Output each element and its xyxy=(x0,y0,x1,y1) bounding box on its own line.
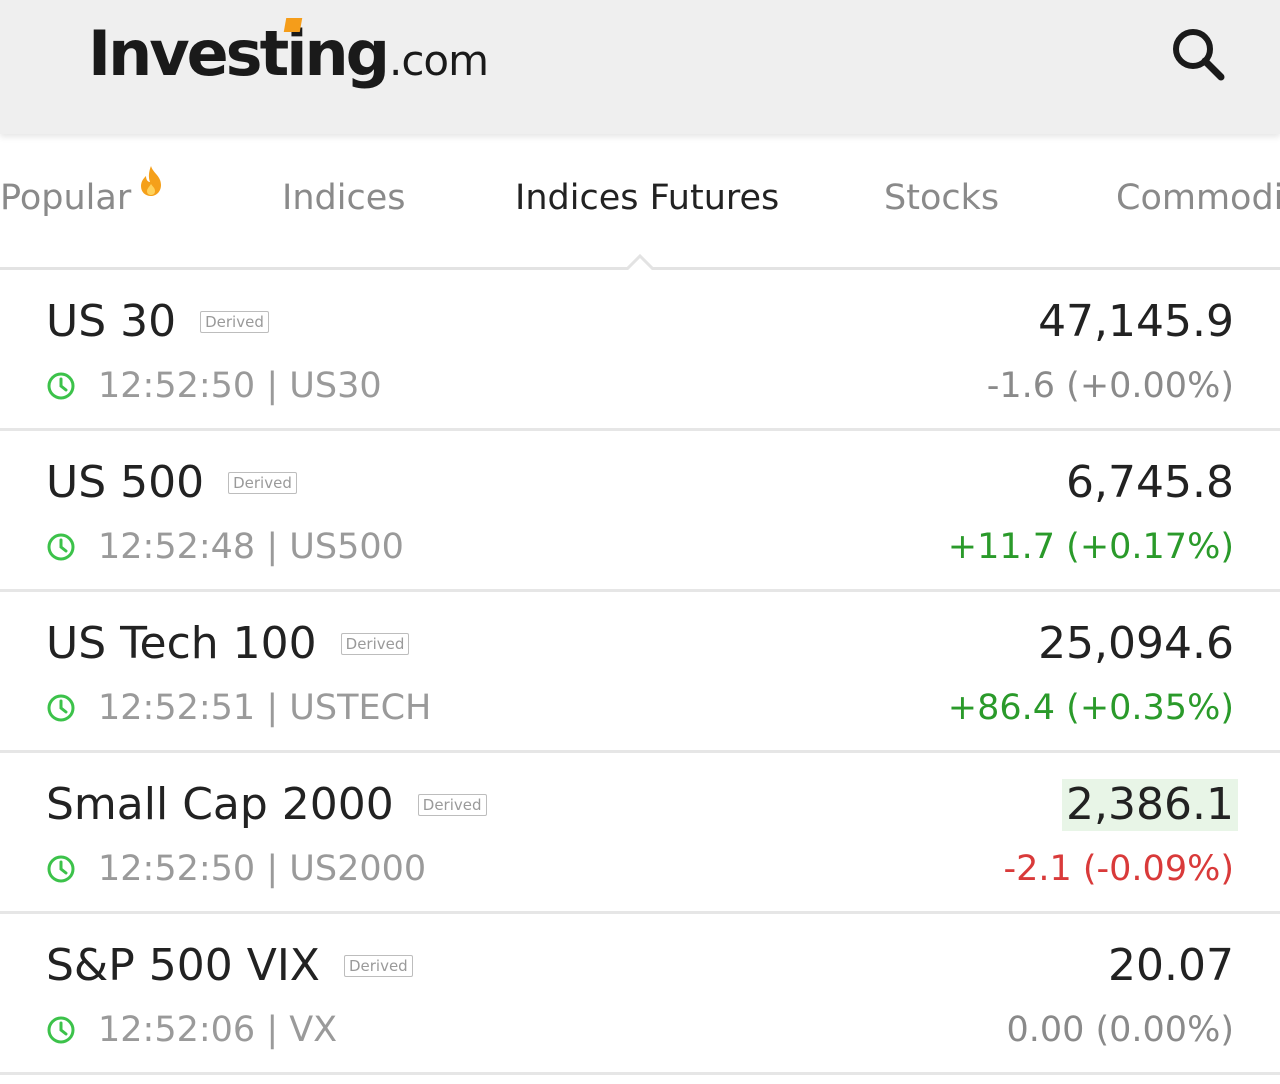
instrument-row[interactable]: US Tech 100 Derived 12:52:51 | USTECH 25… xyxy=(0,592,1280,753)
tab-label: Indices xyxy=(282,178,406,218)
investing-logo[interactable]: Investing .com xyxy=(88,14,489,94)
instrument-meta: 12:52:50 | US2000 xyxy=(46,849,426,889)
instrument-row[interactable]: US 30 Derived 12:52:50 | US30 47,145.9 -… xyxy=(0,270,1280,431)
instrument-name: US 500 xyxy=(46,457,205,508)
instrument-meta: 12:52:51 | USTECH xyxy=(46,688,431,728)
derived-badge: Derived xyxy=(200,311,269,333)
last-price: 2,386.1 xyxy=(1062,779,1238,831)
tab-indices[interactable]: Indices xyxy=(282,178,405,218)
logo-suffix: .com xyxy=(388,36,489,85)
derived-badge: Derived xyxy=(343,955,413,977)
instrument-name: S&P 500 VIX xyxy=(46,940,320,991)
timestamp-symbol: 12:52:06 | VX xyxy=(98,1010,338,1050)
instrument-name-group: US 500 Derived xyxy=(46,457,297,509)
last-price: 25,094.6 xyxy=(1038,618,1234,669)
tab-label: Stocks xyxy=(884,178,1000,218)
search-button[interactable] xyxy=(1166,22,1230,86)
logo-accent-mark xyxy=(283,18,303,32)
price-change: 0.00 (0.00%) xyxy=(1006,1010,1234,1050)
instrument-list: US 30 Derived 12:52:50 | US30 47,145.9 -… xyxy=(0,270,1280,1075)
instrument-name: US 30 xyxy=(46,296,177,347)
instrument-name: Small Cap 2000 xyxy=(46,779,394,830)
clock-icon xyxy=(47,1016,75,1044)
price-change: -2.1 (-0.09%) xyxy=(1003,849,1234,889)
clock-icon xyxy=(47,372,75,400)
active-tab-caret xyxy=(626,254,654,270)
timestamp-symbol: 12:52:50 | US2000 xyxy=(98,849,427,889)
clock-icon xyxy=(47,694,75,722)
instrument-name-group: S&P 500 VIX Derived xyxy=(46,940,413,992)
instrument-name-group: US Tech 100 Derived xyxy=(46,618,410,670)
fire-icon xyxy=(141,166,161,196)
last-price: 47,145.9 xyxy=(1038,296,1234,347)
instrument-row[interactable]: US 500 Derived 12:52:48 | US500 6,745.8 … xyxy=(0,431,1280,592)
derived-badge: Derived xyxy=(340,633,410,655)
price-change: -1.6 (+0.00%) xyxy=(986,366,1234,406)
instrument-name: US Tech 100 xyxy=(46,618,317,669)
last-price: 6,745.8 xyxy=(1066,457,1234,508)
instrument-name-group: Small Cap 2000 Derived xyxy=(46,779,487,831)
search-icon xyxy=(1173,29,1225,81)
tab-commodities[interactable]: Commodit xyxy=(1116,178,1280,218)
timestamp-symbol: 12:52:48 | US500 xyxy=(98,527,404,567)
tab-indices-futures[interactable]: Indices Futures xyxy=(515,178,779,218)
category-tabs: Popular Indices Indices Futures Stocks C… xyxy=(0,134,1280,270)
tab-popular[interactable]: Popular xyxy=(0,178,131,218)
clock-icon xyxy=(47,533,75,561)
tab-label: Popular xyxy=(0,178,132,218)
app-header: Investing .com xyxy=(0,0,1280,134)
clock-icon xyxy=(47,855,75,883)
instrument-row[interactable]: Small Cap 2000 Derived 12:52:50 | US2000… xyxy=(0,753,1280,914)
instrument-meta: 12:52:06 | VX xyxy=(46,1010,337,1050)
instrument-meta: 12:52:48 | US500 xyxy=(46,527,404,567)
timestamp-symbol: 12:52:50 | US30 xyxy=(98,366,382,406)
logo-wordmark: Investing xyxy=(88,17,390,90)
tab-label: Indices Futures xyxy=(515,178,780,218)
derived-badge: Derived xyxy=(228,472,297,494)
instrument-meta: 12:52:50 | US30 xyxy=(46,366,382,406)
instrument-row[interactable]: S&P 500 VIX Derived 12:52:06 | VX 20.07 … xyxy=(0,914,1280,1075)
timestamp-symbol: 12:52:51 | USTECH xyxy=(98,688,432,728)
instrument-name-group: US 30 Derived xyxy=(46,296,269,348)
price-change: +11.7 (+0.17%) xyxy=(947,527,1234,567)
last-price: 20.07 xyxy=(1108,940,1234,991)
price-change: +86.4 (+0.35%) xyxy=(947,688,1234,728)
tab-label: Commodit xyxy=(1116,178,1280,218)
tab-stocks[interactable]: Stocks xyxy=(884,178,999,218)
derived-badge: Derived xyxy=(417,794,487,816)
